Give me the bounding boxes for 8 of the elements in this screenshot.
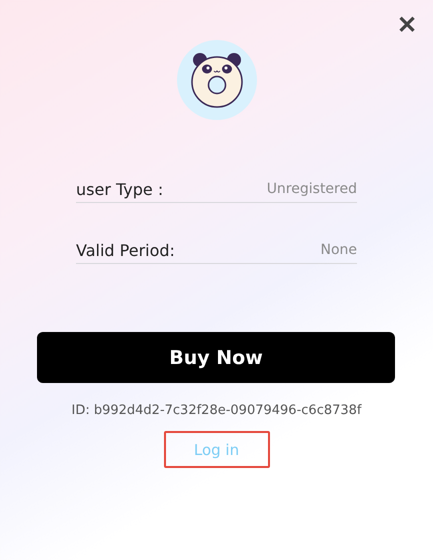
field-value: None [320, 242, 357, 260]
panda-donut-avatar-icon [176, 40, 256, 120]
device-id: ID: b992d4d2-7c32f28e-09079496-c6c8738f [70, 403, 363, 418]
field-label: Valid Period: [76, 241, 175, 260]
buy-now-button[interactable]: Buy Now [37, 332, 395, 383]
field-label: user Type : [76, 180, 164, 199]
field-value: Unregistered [266, 181, 357, 199]
close-button[interactable]: ✕ [397, 12, 417, 40]
